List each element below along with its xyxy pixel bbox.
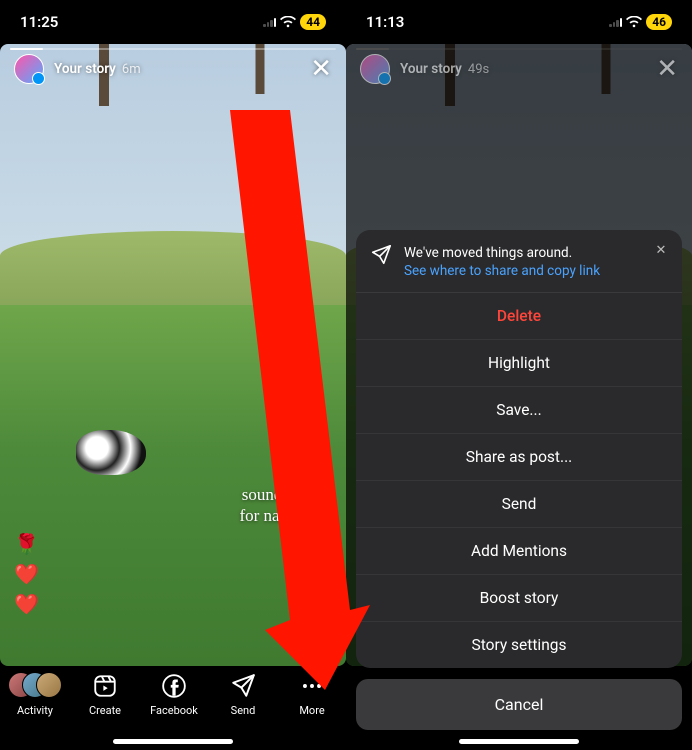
send-button[interactable]: Send: [217, 672, 269, 717]
cellular-icon: [609, 17, 622, 27]
viewers-avatars-icon: [8, 672, 62, 700]
sheet-item-save[interactable]: Save...: [356, 387, 682, 434]
battery-indicator: 46: [646, 14, 672, 30]
home-indicator[interactable]: [113, 739, 233, 744]
reaction-heart-icon: ❤️: [14, 562, 39, 586]
sheet-item-send[interactable]: Send: [356, 481, 682, 528]
status-bar: 11:25 44: [0, 0, 346, 44]
status-bar: 11:13 46: [346, 0, 692, 44]
more-icon: [298, 672, 326, 700]
close-icon: ✕: [656, 56, 678, 82]
more-label: More: [299, 704, 324, 717]
sheet-item-boost[interactable]: Boost story: [356, 575, 682, 622]
story-time: 49s: [468, 62, 489, 77]
facebook-icon: [160, 672, 188, 700]
phone-right: 11:13 46 Your story: [346, 0, 692, 750]
story-viewer[interactable]: Your story 6m ✕ sound on for nature 🌹 ❤️…: [0, 44, 346, 666]
cancel-button[interactable]: Cancel: [356, 679, 682, 730]
sheet-notice-link[interactable]: See where to share and copy link: [404, 262, 600, 280]
status-time: 11:13: [366, 13, 404, 31]
facebook-button[interactable]: Facebook: [148, 672, 200, 717]
reaction-rose-icon: 🌹: [14, 532, 39, 556]
activity-label: Activity: [17, 704, 53, 717]
action-sheet: We've moved things around. See where to …: [356, 230, 682, 668]
close-icon[interactable]: ✕: [310, 56, 332, 82]
story-time: 6m: [122, 62, 141, 77]
create-button[interactable]: Create: [79, 672, 131, 717]
story-image: [0, 44, 346, 666]
send-icon: [370, 244, 392, 266]
story-caption: sound on for nature: [239, 484, 306, 527]
status-time: 11:25: [20, 13, 58, 31]
create-label: Create: [89, 704, 121, 717]
send-label: Send: [231, 704, 256, 717]
sheet-notice-text: We've moved things around.: [404, 245, 572, 261]
phone-left: 11:25 44 Your story 6m: [0, 0, 346, 750]
sheet-item-highlight[interactable]: Highlight: [356, 340, 682, 387]
sheet-item-share-post[interactable]: Share as post...: [356, 434, 682, 481]
sheet-item-add-mentions[interactable]: Add Mentions: [356, 528, 682, 575]
wifi-icon: [626, 16, 642, 28]
reactions-stack: 🌹 ❤️ ❤️: [14, 532, 39, 616]
send-icon: [229, 672, 257, 700]
create-reel-icon: [91, 672, 119, 700]
story-bottom-bar: Activity Create Facebook Send: [0, 666, 346, 750]
sheet-item-delete[interactable]: Delete: [356, 293, 682, 340]
home-indicator[interactable]: [459, 739, 579, 744]
battery-indicator: 44: [300, 14, 326, 30]
sheet-close-icon[interactable]: ✕: [650, 240, 672, 262]
reaction-heart-icon: ❤️: [14, 592, 39, 616]
avatar: [360, 54, 390, 84]
cellular-icon: [263, 17, 276, 27]
story-title: Your story: [400, 61, 462, 77]
activity-button[interactable]: Activity: [8, 672, 62, 717]
sheet-item-settings[interactable]: Story settings: [356, 622, 682, 668]
story-title: Your story: [54, 61, 116, 77]
more-button[interactable]: More: [286, 672, 338, 717]
avatar[interactable]: [14, 54, 44, 84]
facebook-label: Facebook: [150, 704, 198, 717]
wifi-icon: [280, 16, 296, 28]
